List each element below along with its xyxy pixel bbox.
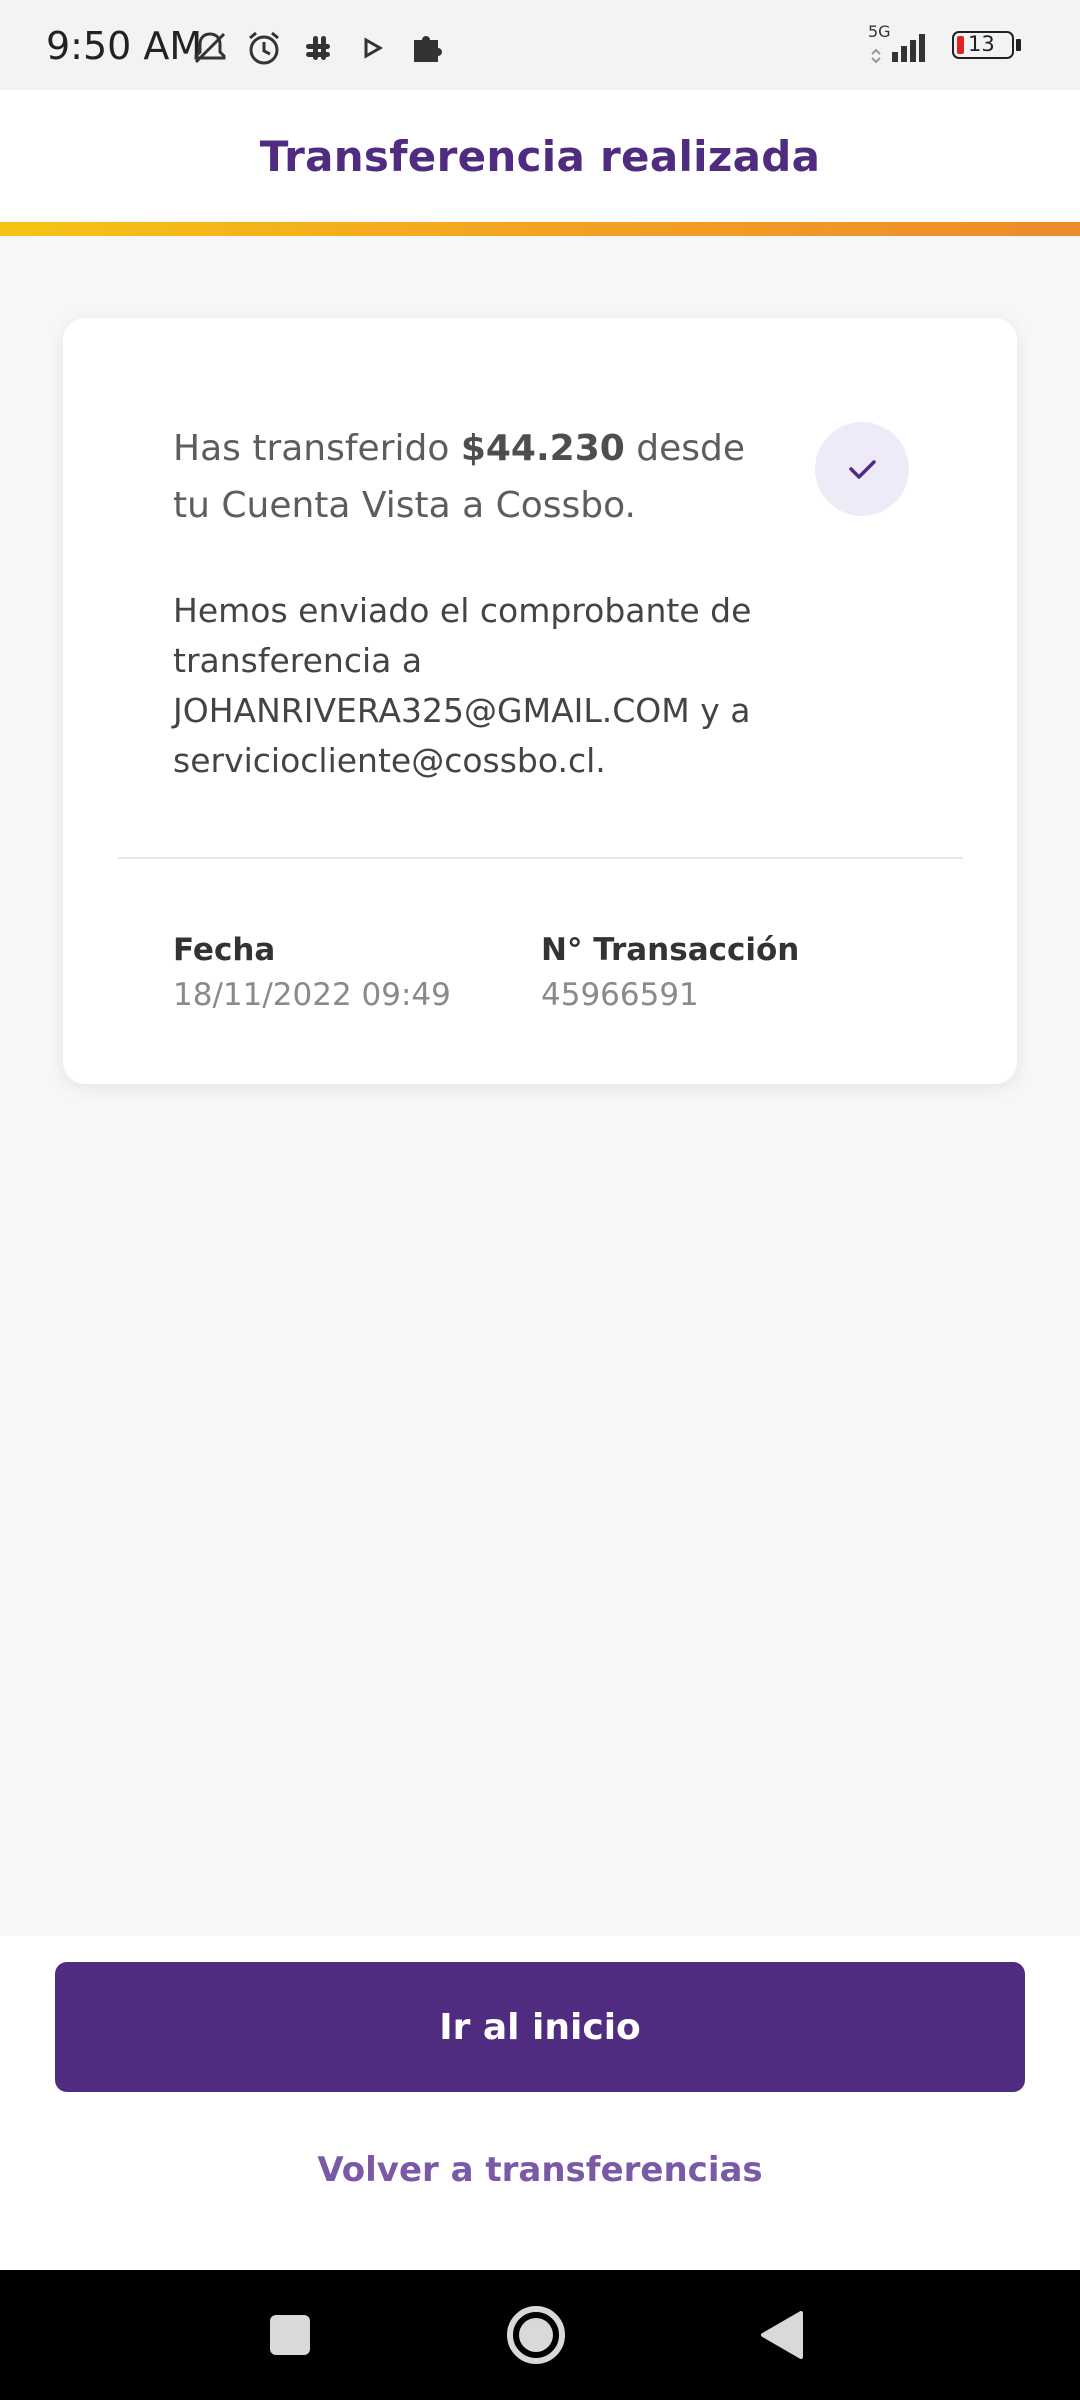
back-to-transfers-link[interactable]: Volver a transferencias <box>0 2150 1080 2190</box>
summary-prefix: Has transferido <box>173 428 461 469</box>
transfer-summary: Has transferido $44.230 desde tu Cuenta … <box>173 420 783 534</box>
navigation-bar <box>0 2270 1080 2400</box>
check-icon <box>849 460 876 479</box>
page-title: Transferencia realizada <box>259 131 821 181</box>
transaction-value: 45966591 <box>541 977 699 1013</box>
success-badge <box>815 422 909 516</box>
transaction-detail: N° Transacción 45966591 <box>541 928 799 1018</box>
recents-square-icon <box>270 2315 310 2355</box>
recents-button[interactable] <box>230 2270 350 2400</box>
status-time: 9:50 AM <box>46 24 203 68</box>
date-value: 18/11/2022 09:49 <box>173 977 451 1013</box>
divider <box>118 857 963 859</box>
back-button[interactable] <box>722 2270 842 2400</box>
transaction-label: N° Transacción <box>541 932 800 968</box>
home-circle-icon <box>507 2306 565 2364</box>
receipt-notice: Hemos enviado el comprobante de transfer… <box>173 591 752 780</box>
alarm-icon <box>249 31 279 65</box>
go-home-button[interactable]: Ir al inicio <box>55 1962 1025 2092</box>
status-icons-left <box>190 28 446 68</box>
status-icons-right: 5G 13 <box>868 22 1024 66</box>
slack-icon <box>306 36 330 60</box>
date-detail: Fecha 18/11/2022 09:49 <box>173 928 451 1018</box>
top-bar: Transferencia realizada <box>0 90 1080 222</box>
status-bar: 9:50 AM 5G 13 <box>0 0 1080 90</box>
home-button[interactable] <box>476 2270 596 2400</box>
battery-icon: 13 <box>952 29 1024 63</box>
signal-icon: 5G <box>868 22 938 66</box>
receipt-card: Has transferido $44.230 desde tu Cuenta … <box>63 318 1017 1084</box>
date-label: Fecha <box>173 932 276 968</box>
battery-level: 13 <box>968 32 995 56</box>
puzzle-icon <box>414 36 442 62</box>
play-icon <box>364 37 384 59</box>
transfer-amount: $44.230 <box>460 428 625 469</box>
accent-line <box>0 222 1080 236</box>
bell-off-icon <box>194 32 226 64</box>
back-triangle-icon <box>761 2311 803 2359</box>
bottom-actions: Ir al inicio Volver a transferencias <box>0 1936 1080 2270</box>
